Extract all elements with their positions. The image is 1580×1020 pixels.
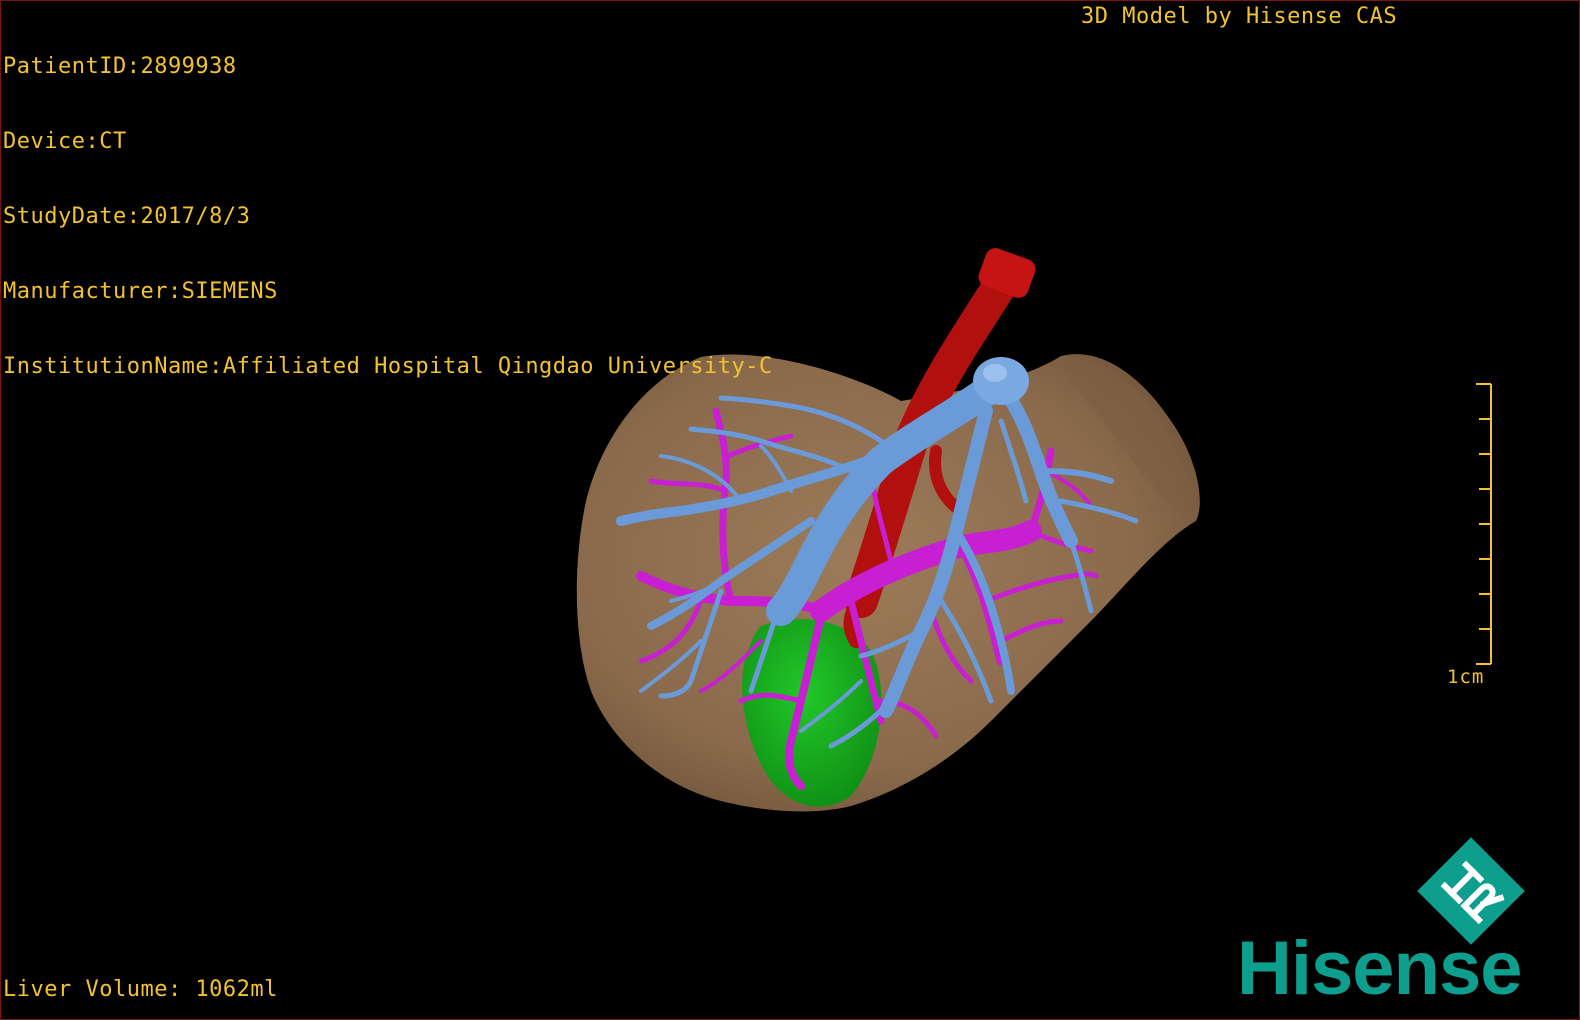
ivc-highlight [983, 364, 1007, 382]
3d-viewport[interactable]: PatientID:2899938 Device:CT StudyDate:20… [0, 0, 1580, 1020]
patient-id: PatientID:2899938 [3, 54, 237, 79]
scale-bar-label: 1cm [1447, 666, 1485, 688]
model-credit: 3D Model by Hisense CAS [1081, 4, 1398, 29]
device: Device:CT [3, 129, 127, 154]
hisense-wordmark: Hisense [1237, 926, 1522, 1011]
study-date: StudyDate:2017/8/3 [3, 204, 251, 229]
study-info: PatientID:2899938 Device:CT StudyDate:20… [3, 4, 773, 429]
institution-name: InstitutionName:Affiliated Hospital Qing… [3, 354, 773, 379]
scale-bar [1476, 383, 1492, 665]
liver-volume: Liver Volume: 1062ml [3, 977, 278, 1002]
inferior-vena-cava [973, 357, 1029, 405]
manufacturer: Manufacturer:SIEMENS [3, 279, 278, 304]
